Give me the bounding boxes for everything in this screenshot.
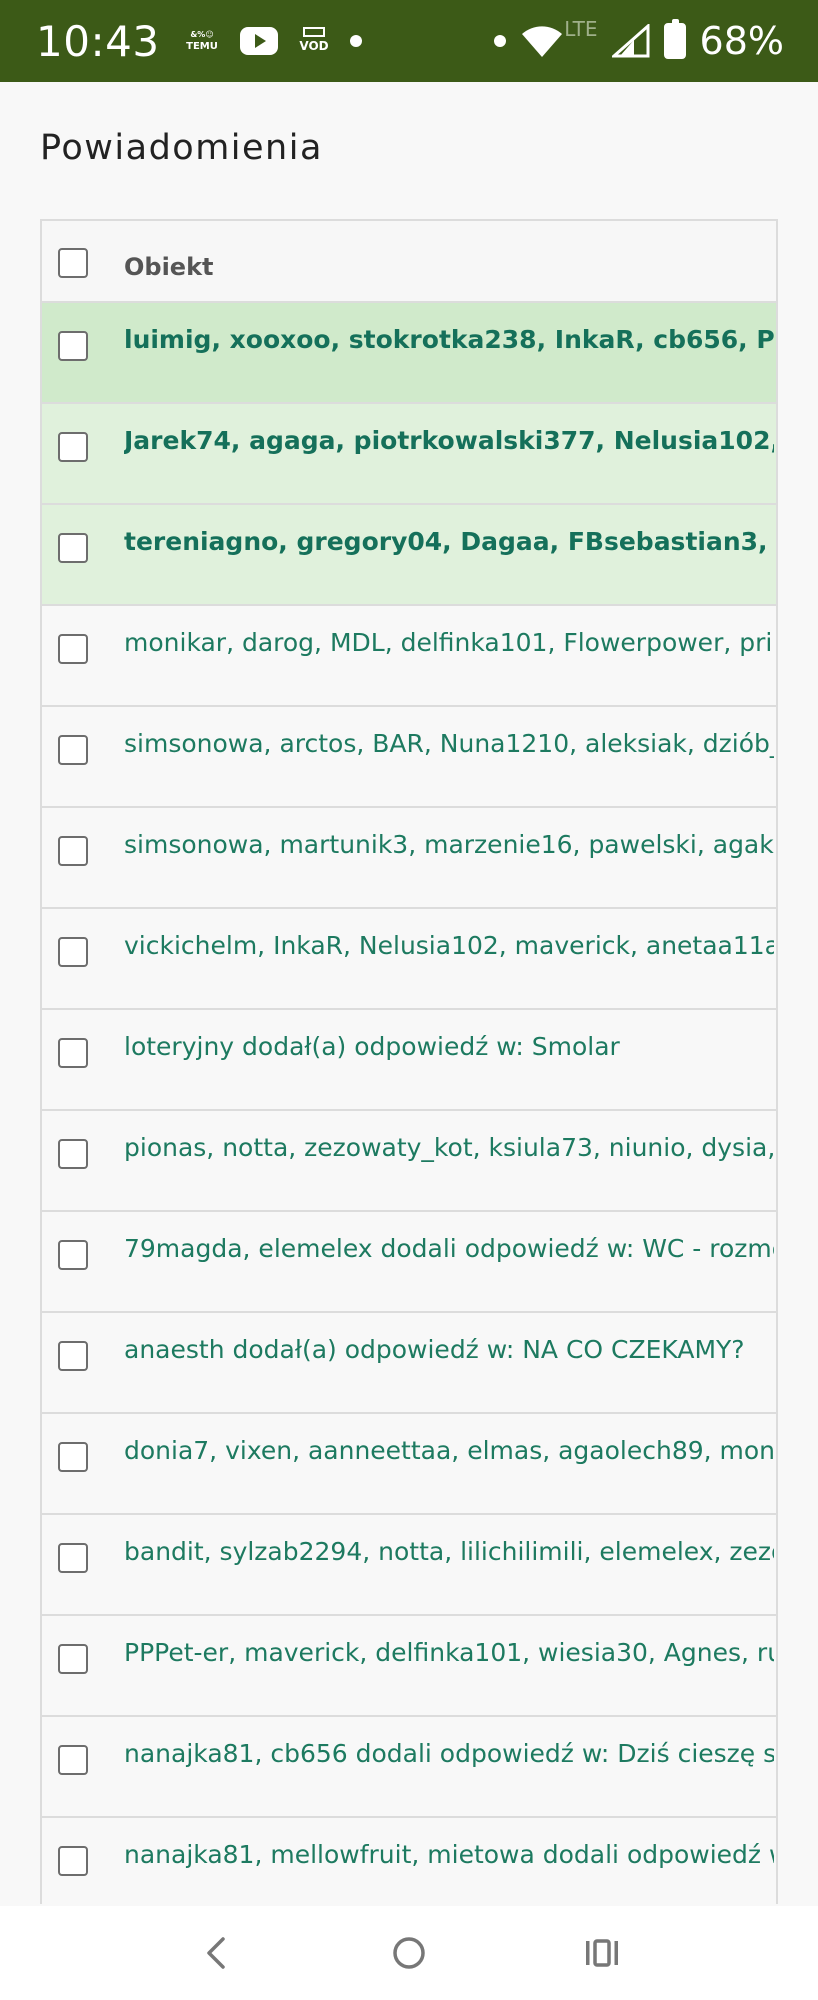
notification-link[interactable]: luimig, xooxoo, stokrotka238, InkaR, cb6… <box>124 325 774 354</box>
table-row[interactable]: PPPet-er, maverick, delfinka101, wiesia3… <box>42 1616 776 1717</box>
notification-link[interactable]: simsonowa, martunik3, marzenie16, pawels… <box>124 830 774 859</box>
table-row[interactable]: Jarek74, agaga, piotrkowalski377, Nelusi… <box>42 404 776 505</box>
row-checkbox[interactable] <box>58 1745 88 1775</box>
row-checkbox[interactable] <box>58 1341 88 1371</box>
notification-dot-icon <box>494 35 507 47</box>
notification-link[interactable]: loteryjny dodał(a) odpowiedź w: Smolar <box>124 1032 774 1061</box>
row-checkbox[interactable] <box>58 735 88 765</box>
row-checkbox[interactable] <box>58 533 88 563</box>
navigation-bar <box>0 1906 818 2000</box>
back-icon[interactable] <box>186 1923 246 1983</box>
page-title: Powiadomienia <box>40 128 323 168</box>
table-header: Obiekt <box>42 221 776 303</box>
table-row[interactable]: pionas, notta, zezowaty_kot, ksiula73, n… <box>42 1111 776 1212</box>
svg-text:VOD: VOD <box>299 39 328 53</box>
notification-link[interactable]: 79magda, elemelex dodali odpowiedź w: WC… <box>124 1234 774 1263</box>
table-row[interactable]: anaesth dodał(a) odpowiedź w: NA CO CZEK… <box>42 1313 776 1414</box>
notification-link[interactable]: nanajka81, cb656 dodali odpowiedź w: Dzi… <box>124 1739 774 1768</box>
recents-icon[interactable] <box>572 1923 632 1983</box>
row-checkbox[interactable] <box>58 432 88 462</box>
youtube-notification-icon <box>239 27 278 55</box>
row-checkbox[interactable] <box>58 1442 88 1472</box>
notification-link[interactable]: simsonowa, arctos, BAR, Nuna1210, aleksi… <box>124 729 774 758</box>
row-checkbox[interactable] <box>58 937 88 967</box>
row-checkbox[interactable] <box>58 1543 88 1573</box>
notification-link[interactable]: Jarek74, agaga, piotrkowalski377, Nelusi… <box>124 426 774 455</box>
table-row[interactable]: nanajka81, mellowfruit, mietowa dodali o… <box>42 1818 776 1904</box>
row-checkbox[interactable] <box>58 1846 88 1876</box>
row-checkbox[interactable] <box>58 1240 88 1270</box>
table-row[interactable]: nanajka81, cb656 dodali odpowiedź w: Dzi… <box>42 1717 776 1818</box>
notification-link[interactable]: PPPet-er, maverick, delfinka101, wiesia3… <box>124 1638 774 1667</box>
home-icon[interactable] <box>379 1923 439 1983</box>
table-row[interactable]: donia7, vixen, aanneettaa, elmas, agaole… <box>42 1414 776 1515</box>
table-row[interactable]: bandit, sylzab2294, notta, lilichilimili… <box>42 1515 776 1616</box>
row-checkbox[interactable] <box>58 1644 88 1674</box>
table-body: luimig, xooxoo, stokrotka238, InkaR, cb6… <box>42 303 776 1904</box>
row-checkbox[interactable] <box>58 331 88 361</box>
table-row[interactable]: luimig, xooxoo, stokrotka238, InkaR, cb6… <box>42 303 776 404</box>
battery-percent: 68% <box>699 19 784 63</box>
row-checkbox[interactable] <box>58 836 88 866</box>
column-header-object[interactable]: Obiekt <box>124 253 214 281</box>
table-row[interactable]: simsonowa, arctos, BAR, Nuna1210, aleksi… <box>42 707 776 808</box>
temu-notification-icon: &%☺ TEMU <box>182 27 222 55</box>
row-checkbox[interactable] <box>58 1139 88 1169</box>
battery-icon <box>663 19 686 59</box>
notification-link[interactable]: pionas, notta, zezowaty_kot, ksiula73, n… <box>124 1133 774 1162</box>
notification-link[interactable]: nanajka81, mellowfruit, mietowa dodali o… <box>124 1840 774 1869</box>
notifications-table: Obiekt luimig, xooxoo, stokrotka238, Ink… <box>40 219 778 1904</box>
notification-link[interactable]: anaesth dodał(a) odpowiedź w: NA CO CZEK… <box>124 1335 774 1364</box>
svg-text:&%☺: &%☺ <box>190 30 213 39</box>
vod-notification-icon: VOD <box>296 27 332 55</box>
wifi-icon <box>522 26 563 57</box>
notification-link[interactable]: donia7, vixen, aanneettaa, elmas, agaole… <box>124 1436 774 1465</box>
row-checkbox[interactable] <box>58 1038 88 1068</box>
row-checkbox[interactable] <box>58 634 88 664</box>
notification-link[interactable]: bandit, sylzab2294, notta, lilichilimili… <box>124 1537 774 1566</box>
signal-icon <box>611 24 650 58</box>
more-notifications-dot <box>349 35 362 47</box>
table-row[interactable]: 79magda, elemelex dodali odpowiedź w: WC… <box>42 1212 776 1313</box>
svg-text:TEMU: TEMU <box>186 41 218 52</box>
status-bar: 10:43 &%☺ TEMU VOD LTE 68% <box>0 0 818 82</box>
select-all-checkbox[interactable] <box>58 248 88 278</box>
table-row[interactable]: vickichelm, InkaR, Nelusia102, maverick,… <box>42 909 776 1010</box>
table-row[interactable]: simsonowa, martunik3, marzenie16, pawels… <box>42 808 776 909</box>
notification-link[interactable]: monikar, darog, MDL, delfinka101, Flower… <box>124 628 774 657</box>
table-row[interactable]: tereniagno, gregory04, Dagaa, FBsebastia… <box>42 505 776 606</box>
table-row[interactable]: monikar, darog, MDL, delfinka101, Flower… <box>42 606 776 707</box>
network-type: LTE <box>564 17 598 41</box>
notification-link[interactable]: vickichelm, InkaR, Nelusia102, maverick,… <box>124 931 774 960</box>
status-time: 10:43 <box>36 16 160 66</box>
notification-link[interactable]: tereniagno, gregory04, Dagaa, FBsebastia… <box>124 527 774 556</box>
table-row[interactable]: loteryjny dodał(a) odpowiedź w: Smolar <box>42 1010 776 1111</box>
